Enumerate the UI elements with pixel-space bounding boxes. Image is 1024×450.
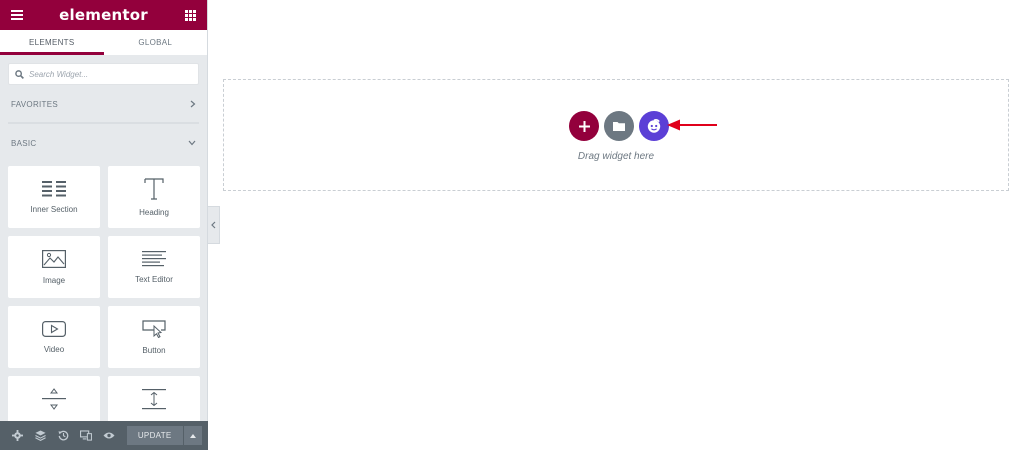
text-editor-icon [142, 250, 166, 266]
widgets-grid: Inner Section Heading Image Text Editor … [8, 166, 200, 438]
eye-icon [103, 432, 115, 439]
search-icon [15, 69, 24, 79]
category-favorites[interactable]: FAVORITES [11, 94, 196, 114]
history-icon [58, 430, 69, 441]
widget-label: Heading [139, 207, 169, 217]
widget-label: Button [142, 345, 166, 355]
red-annotation-arrow [667, 119, 717, 131]
plus-icon [578, 120, 590, 132]
widget-text-editor[interactable]: Text Editor [108, 236, 200, 298]
folder-icon [613, 122, 625, 131]
widgets-grid-icon[interactable] [183, 8, 197, 22]
responsive-mode-button[interactable] [75, 421, 98, 450]
inner-section-icon [42, 180, 66, 196]
dropzone-actions [569, 111, 669, 141]
widget-inner-section[interactable]: Inner Section [8, 166, 100, 228]
widget-label: Video [43, 344, 65, 354]
widget-label: Text Editor [135, 274, 173, 284]
search-box [8, 63, 199, 85]
widget-label: Image [42, 275, 66, 285]
image-icon [42, 249, 66, 268]
heading-icon [144, 177, 164, 200]
panel-header: elementor [0, 0, 207, 30]
add-template-button[interactable] [604, 111, 634, 141]
category-basic[interactable]: BASIC [11, 133, 196, 153]
chevron-left-icon [211, 221, 216, 229]
tab-global[interactable]: GLOBAL [104, 30, 208, 55]
history-button[interactable] [52, 421, 75, 450]
widget-heading[interactable]: Heading [108, 166, 200, 228]
hamburger-menu-icon[interactable] [10, 8, 24, 22]
button-icon [142, 319, 166, 338]
panel-footer: UPDATE [0, 421, 208, 450]
elementor-logo: elementor [59, 6, 148, 24]
update-button[interactable]: UPDATE [126, 426, 183, 445]
ai-assistant-button[interactable] [639, 111, 669, 141]
navigator-button[interactable] [29, 421, 52, 450]
save-options-button[interactable] [183, 426, 202, 445]
settings-button[interactable] [6, 421, 29, 450]
search-widget-input[interactable] [29, 69, 189, 79]
elementor-editor: elementor ELEMENTS GLOBAL FAVORITES [0, 0, 1024, 450]
layers-icon [35, 430, 46, 441]
chevron-down-icon [188, 140, 196, 146]
category-divider [8, 122, 199, 124]
empty-section-dropzone[interactable]: Drag widget here [223, 79, 1009, 191]
caret-up-icon [189, 433, 196, 438]
gear-icon [11, 430, 23, 441]
tab-elements[interactable]: ELEMENTS [0, 30, 104, 55]
preview-button[interactable] [98, 421, 121, 450]
widget-video[interactable]: Video [8, 306, 100, 368]
spacer-icon [142, 389, 166, 410]
category-favorites-label: FAVORITES [11, 99, 59, 109]
collapse-panel-button[interactable] [208, 206, 220, 244]
elements-panel: elementor ELEMENTS GLOBAL FAVORITES [0, 0, 208, 450]
panel-tabs: ELEMENTS GLOBAL [0, 30, 207, 55]
widget-label: Inner Section [30, 204, 78, 214]
divider-icon [42, 388, 66, 410]
widget-button[interactable]: Button [108, 306, 200, 368]
add-section-button[interactable] [569, 111, 599, 141]
drag-widget-hint: Drag widget here [577, 151, 655, 162]
category-basic-label: BASIC [11, 138, 37, 148]
responsive-devices-icon [80, 430, 93, 441]
video-icon [42, 320, 66, 337]
chevron-right-icon [190, 100, 196, 108]
ai-face-icon [647, 119, 661, 133]
widget-image[interactable]: Image [8, 236, 100, 298]
